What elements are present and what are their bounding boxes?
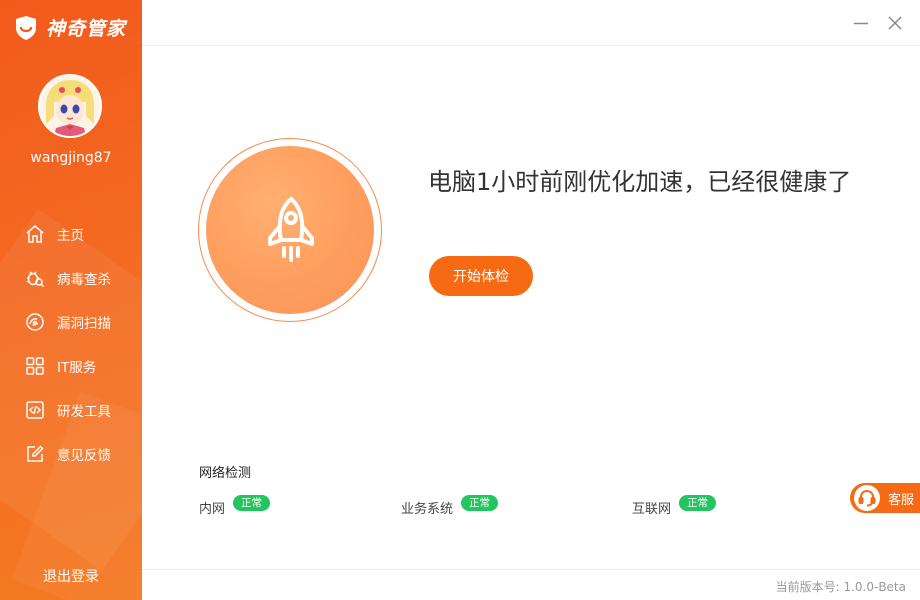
sidebar: 神奇管家 wangjing87 主页 病毒查杀 漏洞扫描 IT服务 研发工具 意… bbox=[0, 0, 142, 600]
headset-icon bbox=[854, 485, 880, 511]
customer-service-label: 客服 bbox=[888, 492, 915, 508]
sidebar-item-label: 研发工具 bbox=[57, 404, 111, 420]
sidebar-item-virus-scan[interactable]: 病毒查杀 bbox=[0, 256, 142, 300]
status-badge: 正常 bbox=[233, 495, 271, 511]
network-item-intranet: 内网 正常 bbox=[199, 495, 271, 517]
sidebar-item-it-service[interactable]: IT服务 bbox=[0, 344, 142, 388]
sidebar-item-dev-tools[interactable]: 研发工具 bbox=[0, 388, 142, 432]
titlebar bbox=[142, 0, 920, 46]
network-label: 业务系统 bbox=[401, 502, 454, 517]
app-window: 神奇管家 wangjing87 主页 病毒查杀 漏洞扫描 IT服务 研发工具 意… bbox=[0, 0, 920, 600]
sidebar-nav: 主页 病毒查杀 漏洞扫描 IT服务 研发工具 意见反馈 bbox=[0, 212, 142, 476]
sidebar-item-label: IT服务 bbox=[57, 360, 97, 376]
username: wangjing87 bbox=[30, 150, 112, 166]
network-item-business-system: 业务系统 正常 bbox=[401, 495, 499, 517]
sidebar-item-label: 漏洞扫描 bbox=[57, 316, 111, 332]
sidebar-item-label: 病毒查杀 bbox=[57, 272, 111, 288]
customer-service-button[interactable]: 客服 bbox=[850, 483, 920, 513]
minimize-icon[interactable] bbox=[852, 14, 870, 32]
avatar-image bbox=[40, 76, 100, 136]
grid-icon bbox=[26, 357, 44, 375]
app-name: 神奇管家 bbox=[46, 18, 127, 40]
rocket-icon bbox=[268, 197, 314, 262]
sidebar-item-vuln-scan[interactable]: 漏洞扫描 bbox=[0, 300, 142, 344]
brand: 神奇管家 bbox=[14, 14, 126, 41]
network-check-title: 网络检测 bbox=[199, 466, 252, 481]
network-label: 内网 bbox=[199, 502, 226, 517]
sidebar-item-label: 主页 bbox=[57, 228, 84, 244]
footer: 当前版本号: 1.0.0-Beta bbox=[142, 569, 920, 600]
status-badge: 正常 bbox=[679, 495, 717, 511]
network-item-internet: 互联网 正常 bbox=[632, 495, 717, 517]
version-label: 当前版本号: 1.0.0-Beta bbox=[775, 580, 906, 594]
edit-icon bbox=[27, 445, 44, 462]
home-icon bbox=[26, 225, 44, 243]
sidebar-item-label: 意见反馈 bbox=[57, 448, 111, 464]
bug-search-icon bbox=[26, 271, 45, 288]
shield-logo-icon bbox=[16, 15, 36, 40]
sidebar-item-feedback[interactable]: 意见反馈 bbox=[0, 432, 142, 476]
sidebar-item-home[interactable]: 主页 bbox=[0, 212, 142, 256]
logout-button[interactable]: 退出登录 bbox=[0, 566, 142, 586]
network-label: 互联网 bbox=[632, 502, 672, 517]
close-icon[interactable] bbox=[886, 14, 904, 32]
scan-icon bbox=[26, 313, 44, 331]
avatar[interactable] bbox=[38, 74, 102, 138]
status-headline: 电脑1小时前刚优化加速，已经很健康了 bbox=[428, 168, 852, 196]
status-badge: 正常 bbox=[461, 495, 499, 511]
code-icon bbox=[26, 401, 44, 419]
start-checkup-button[interactable]: 开始体检 bbox=[429, 256, 533, 296]
